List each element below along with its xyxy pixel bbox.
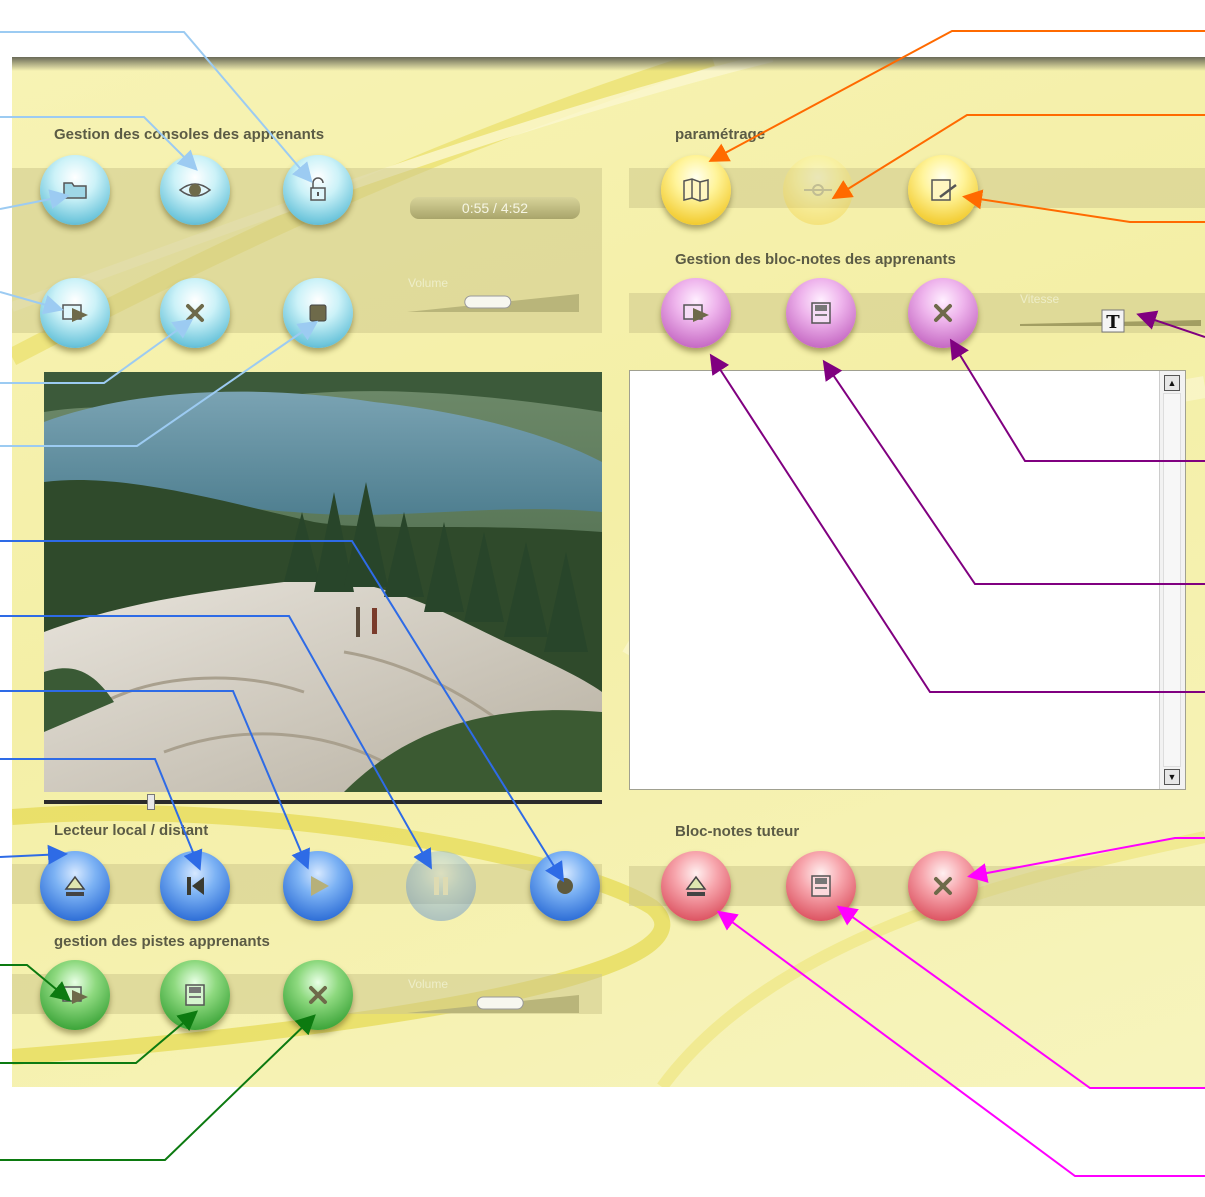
callout-link (831, 114, 1205, 200)
callout-edit (962, 189, 1205, 223)
callout-eye (0, 116, 198, 171)
callout-map (708, 30, 1205, 162)
callout-export (0, 291, 64, 315)
callout-eject (0, 844, 68, 865)
callout-folder (0, 189, 70, 210)
callout-skip (0, 758, 203, 871)
callout-bn-save (822, 359, 1205, 585)
callout-tuteur-eject (716, 910, 1205, 1177)
callout-record (0, 540, 565, 883)
callout-tuteur-save (836, 905, 1205, 1089)
callout-pistes-send (0, 964, 72, 1002)
callout-pistes-save (0, 1010, 199, 1064)
callout-tuteur-close (967, 837, 1205, 883)
callout-speed (1136, 310, 1205, 338)
callout-bn-close (949, 338, 1205, 462)
callout-overlay (0, 30, 1205, 1177)
callout-stop (0, 320, 319, 447)
callout-pistes-close (0, 1014, 316, 1161)
callout-pause (0, 615, 432, 870)
callout-bn-send (709, 353, 1205, 693)
callout-close (0, 318, 194, 384)
callout-play (0, 690, 310, 870)
callout-unlock (0, 31, 313, 184)
